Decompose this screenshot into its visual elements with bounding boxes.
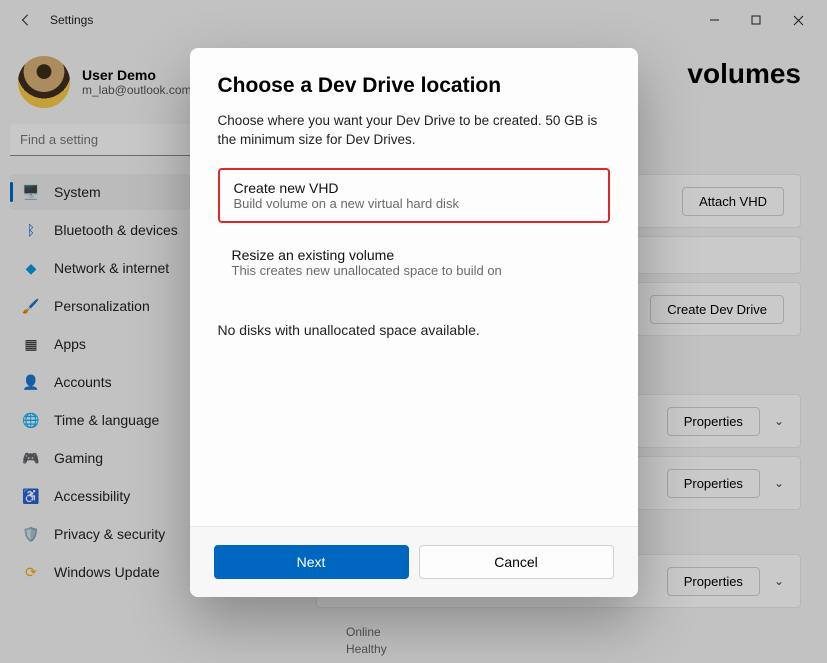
dialog-footer: Next Cancel (190, 526, 638, 597)
next-button[interactable]: Next (214, 545, 409, 579)
dialog-description: Choose where you want your Dev Drive to … (218, 112, 610, 150)
option-subtitle: This creates new unallocated space to bu… (232, 263, 596, 278)
option-title: Resize an existing volume (232, 247, 596, 263)
option-create-new-vhd[interactable]: Create new VHD Build volume on a new vir… (218, 168, 610, 223)
dev-drive-location-dialog: Choose a Dev Drive location Choose where… (190, 48, 638, 597)
option-subtitle: Build volume on a new virtual hard disk (234, 196, 594, 211)
option-title: Create new VHD (234, 180, 594, 196)
no-disks-message: No disks with unallocated space availabl… (218, 322, 610, 338)
cancel-button[interactable]: Cancel (419, 545, 614, 579)
dialog-title: Choose a Dev Drive location (218, 74, 610, 98)
option-resize-volume[interactable]: Resize an existing volume This creates n… (218, 237, 610, 288)
modal-backdrop: Choose a Dev Drive location Choose where… (0, 0, 827, 663)
